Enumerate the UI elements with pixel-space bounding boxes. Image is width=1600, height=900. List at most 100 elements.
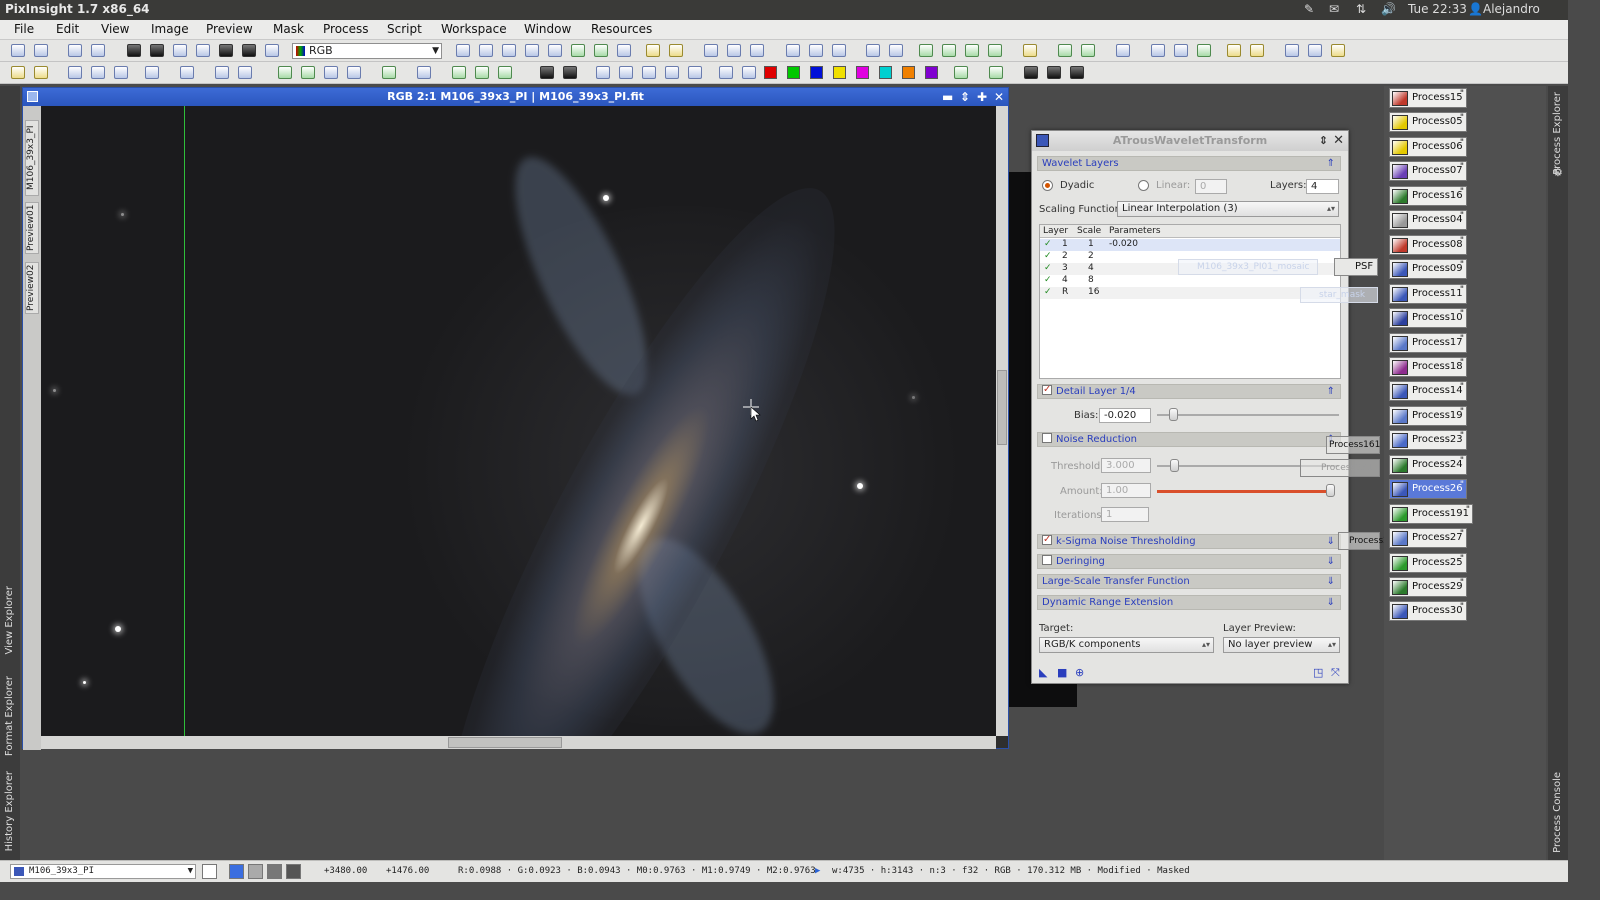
process-icon-process09[interactable]: Process09 " [1389, 259, 1467, 280]
tool-icon[interactable] [954, 66, 968, 79]
threshold-slider-handle[interactable] [1170, 459, 1179, 472]
process-icon-process08[interactable]: Process08 " [1389, 234, 1467, 255]
apply-icon[interactable]: ■ [1057, 666, 1067, 679]
rotate-icon[interactable] [642, 66, 656, 79]
tool-icon[interactable] [989, 66, 1003, 79]
zoom-icon[interactable] [594, 44, 608, 57]
dyadic-radio[interactable] [1042, 180, 1053, 191]
gear-icon[interactable]: ⚙ [1553, 166, 1563, 179]
ghost-icon-process161[interactable]: Process161 [1326, 436, 1380, 454]
channel-icon[interactable] [173, 44, 187, 57]
ghost-icon-mosaic[interactable]: M106_39x3_PI01_mosaic [1178, 259, 1318, 275]
tool-icon[interactable] [1116, 44, 1130, 57]
tool-icon[interactable] [202, 864, 217, 879]
channel-icon[interactable] [196, 44, 210, 57]
menu-process[interactable]: Process [323, 22, 369, 36]
mask-icon[interactable] [942, 44, 956, 57]
violet-swatch[interactable] [925, 66, 938, 79]
vertical-scrollbar[interactable] [996, 106, 1008, 736]
tool-icon[interactable] [1250, 44, 1264, 57]
mail-icon[interactable]: ✉ [1329, 2, 1339, 16]
tool-icon[interactable] [1023, 44, 1037, 57]
process-icon-process23[interactable]: Process23 " [1389, 430, 1467, 451]
process-icon-process15[interactable]: Process15 " [1389, 88, 1467, 108]
wavelet-layers-table[interactable]: Layer Scale Parameters ✓ 1 1 -0.020 ✓ 2 … [1039, 224, 1341, 379]
minimize-icon[interactable]: ▬ [942, 88, 953, 106]
process-icon-process05[interactable]: Process05 " [1389, 112, 1467, 133]
bias-slider-handle[interactable] [1169, 408, 1178, 421]
tab-preview01[interactable]: Preview01 [25, 202, 39, 254]
rotate-icon[interactable] [619, 66, 633, 79]
menu-preview[interactable]: Preview [206, 22, 253, 36]
display-mode-icon[interactable] [286, 864, 301, 879]
menu-mask[interactable]: Mask [273, 22, 304, 36]
process-icon-process06[interactable]: Process06 " [1389, 136, 1467, 157]
section-ksigma[interactable]: k-Sigma Noise Thresholding ⇓ [1037, 533, 1341, 549]
view-explorer-tab[interactable]: View Explorer [4, 586, 15, 655]
clock[interactable]: Tue 22:33 [1408, 2, 1467, 16]
blue-channel-swatch[interactable] [810, 66, 823, 79]
mask-icon[interactable] [988, 44, 1002, 57]
display-mode-icon[interactable] [267, 864, 282, 879]
amount-input[interactable]: 1.00 [1101, 483, 1151, 498]
mask-icon[interactable] [866, 44, 880, 57]
process-icon-process25[interactable]: Process25 " [1389, 552, 1467, 573]
document-icon[interactable]: ◳ [1313, 666, 1323, 679]
table-row[interactable]: ✓ 1 1 -0.020 [1040, 239, 1340, 251]
process-icon-process26[interactable]: Process26 " [1389, 479, 1467, 500]
tool-icon[interactable] [540, 66, 554, 79]
cyan-swatch[interactable] [879, 66, 892, 79]
menu-script[interactable]: Script [387, 22, 422, 36]
section-deringing[interactable]: Deringing ⇓ [1037, 554, 1341, 569]
iterations-spin[interactable]: 1 [1101, 507, 1149, 522]
tool-icon[interactable] [68, 66, 82, 79]
redo-icon[interactable] [34, 44, 48, 57]
process-icon-process04[interactable]: Process04 " [1389, 210, 1467, 231]
section-large-scale-transfer[interactable]: Large-Scale Transfer Function ⇓ [1037, 574, 1341, 589]
pointer-icon[interactable] [617, 44, 631, 57]
ghost-icon-process28[interactable]: Process28 [1338, 532, 1395, 550]
detail-layer-checkbox[interactable] [1042, 383, 1052, 396]
tool-icon[interactable] [278, 66, 292, 79]
tool-icon[interactable] [382, 66, 396, 79]
scaling-function-select[interactable]: Linear Interpolation (3) ▴▾ [1117, 201, 1339, 217]
mirror-icon[interactable] [665, 66, 679, 79]
table-row[interactable]: ✓ 4 8 [1040, 275, 1340, 287]
table-row[interactable]: ✓ R 16 [1040, 287, 1340, 299]
tool-icon[interactable] [750, 44, 764, 57]
linear-spin[interactable]: 0 [1195, 179, 1227, 194]
process-icon-process30[interactable]: Process30 " [1389, 601, 1467, 622]
preview-icon[interactable] [786, 44, 800, 57]
shade-icon[interactable]: ⇕ [960, 88, 970, 106]
tool-icon[interactable] [324, 66, 338, 79]
ghost-icon-process231[interactable]: Process231 [1300, 459, 1380, 477]
collapse-icon[interactable]: ⇑ [1327, 157, 1335, 170]
horizontal-scrollbar[interactable] [41, 736, 996, 749]
tool-icon[interactable] [1081, 44, 1095, 57]
tool-icon[interactable] [91, 66, 105, 79]
check-icon[interactable]: ✓ [1044, 251, 1052, 261]
preview-icon[interactable] [832, 44, 846, 57]
process-icon-process18[interactable]: Process18 " [1389, 356, 1467, 377]
mirror-icon[interactable] [688, 66, 702, 79]
user-icon[interactable]: 👤 [1468, 2, 1483, 16]
history-explorer-tab[interactable]: History Explorer [4, 771, 15, 851]
tab-preview02[interactable]: Preview02 [25, 262, 39, 314]
zoom-fit-icon[interactable] [548, 44, 562, 57]
pan-icon[interactable] [456, 44, 470, 57]
expand-icon[interactable]: ⇓ [1327, 575, 1335, 588]
tool-icon[interactable] [727, 44, 741, 57]
play-icon[interactable]: ▶ [815, 866, 820, 876]
deringing-checkbox[interactable] [1042, 555, 1052, 565]
tab-main-view[interactable]: M106_39x3_PI [25, 120, 39, 196]
tool-icon[interactable] [452, 66, 466, 79]
menu-image[interactable]: Image [151, 22, 189, 36]
tool-icon[interactable] [475, 66, 489, 79]
mask-icon[interactable] [889, 44, 903, 57]
magenta-swatch[interactable] [856, 66, 869, 79]
section-detail-layer[interactable]: Detail Layer 1/4 ⇑ [1037, 383, 1341, 399]
expand-icon[interactable]: ⇓ [1327, 555, 1335, 568]
zoom-fit-icon[interactable] [525, 44, 539, 57]
image-window[interactable]: RGB 2:1 M106_39x3_PI | M106_39x3_PI.fit … [22, 87, 1009, 750]
process-icon-process14[interactable]: Process14 " [1389, 381, 1467, 402]
